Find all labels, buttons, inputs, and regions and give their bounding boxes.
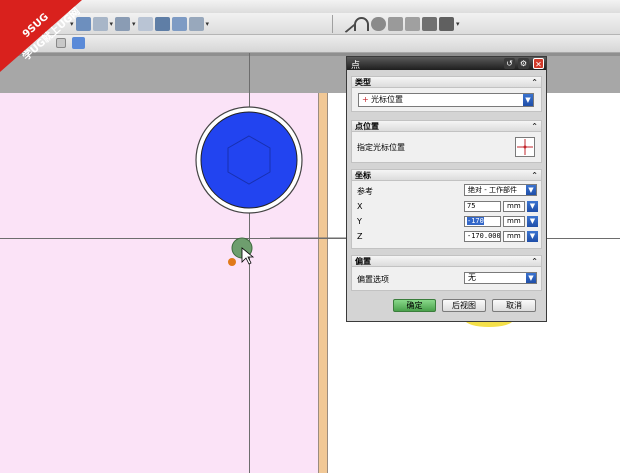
specify-point-button[interactable] <box>515 137 535 157</box>
collapse-chevron-icon[interactable]: ⌃ <box>531 77 538 88</box>
back-view-button-label: 后视图 <box>452 301 476 310</box>
cursor-crosshair-icon: + <box>362 95 369 104</box>
cancel-button-label: 取消 <box>506 301 522 310</box>
type-dropdown[interactable]: + 光标位置 ▼ <box>358 93 534 107</box>
section-header-type[interactable]: 类型 ⌃ <box>351 76 542 88</box>
specify-cursor-location-label: 指定光标位置 <box>357 143 405 152</box>
offset-option-dropdown[interactable]: 无 ▼ <box>464 272 537 284</box>
y-coordinate-input[interactable]: -170 <box>464 216 501 227</box>
z-unit: mm <box>507 232 521 240</box>
point-dialog: 点 ↺ ⚙ ✕ 类型 ⌃ + 光标位置 ▼ 点位置 ⌃ 指定光标位置 坐标 ⌃ … <box>346 56 547 322</box>
y-unit: mm <box>507 217 521 225</box>
z-unit-chevron-down-icon[interactable]: ▼ <box>527 231 538 242</box>
chevron-down-icon[interactable]: ▼ <box>526 273 536 283</box>
x-unit-chevron-down-icon[interactable]: ▼ <box>527 201 538 212</box>
x-coordinate-input[interactable]: 75 <box>464 201 501 212</box>
offset-option-value: 无 <box>468 273 476 282</box>
point-marker <box>228 258 236 266</box>
bolt-head <box>200 111 298 209</box>
z-value: -170.0000 <box>467 232 501 240</box>
section-title-type: 类型 <box>355 78 371 87</box>
reference-value: 绝对 - 工作部件 <box>468 186 517 194</box>
cancel-button[interactable]: 取消 <box>492 299 536 312</box>
ok-button-label: 确定 <box>406 301 423 310</box>
ok-button[interactable]: 确定 <box>393 299 436 312</box>
reference-label: 参考 <box>357 187 373 196</box>
section-body-coordinates: 参考 绝对 - 工作部件 ▼ X 75 mm ▼ Y -170 mm ▼ Z -… <box>351 181 542 249</box>
dialog-title: 点 <box>351 61 361 71</box>
reset-icon[interactable]: ↺ <box>504 58 515 69</box>
x-unit: mm <box>507 202 521 210</box>
offset-option-label: 偏置选项 <box>357 275 389 284</box>
z-coordinate-input[interactable]: -170.0000 <box>464 231 501 242</box>
chevron-down-icon[interactable]: ▼ <box>523 94 533 106</box>
collapse-chevron-icon[interactable]: ⌃ <box>531 256 538 267</box>
section-header-point-location[interactable]: 点位置 ⌃ <box>351 120 542 132</box>
collapse-chevron-icon[interactable]: ⌃ <box>531 170 538 181</box>
back-view-button[interactable]: 后视图 <box>442 299 486 312</box>
y-value: -170 <box>467 217 484 225</box>
section-title-point-location: 点位置 <box>355 122 379 131</box>
y-unit-chevron-down-icon[interactable]: ▼ <box>527 216 538 227</box>
x-label: X <box>357 202 363 211</box>
section-body-offset: 偏置选项 无 ▼ <box>351 267 542 291</box>
z-unit-select[interactable]: mm <box>503 231 525 242</box>
type-dropdown-value: 光标位置 <box>371 95 403 104</box>
z-label: Z <box>357 232 363 241</box>
chevron-down-icon[interactable]: ▼ <box>526 185 536 195</box>
settings-gear-icon[interactable]: ⚙ <box>518 58 529 69</box>
y-label: Y <box>357 217 362 226</box>
section-header-offset[interactable]: 偏置 ⌃ <box>351 255 542 267</box>
watermark-badge: 9SUG 学UG就上UG网 <box>0 0 110 80</box>
point-crosshair-icon <box>517 139 533 155</box>
y-unit-select[interactable]: mm <box>503 216 525 227</box>
section-header-coordinates[interactable]: 坐标 ⌃ <box>351 169 542 181</box>
dialog-titlebar[interactable]: 点 ↺ ⚙ ✕ <box>347 57 546 71</box>
reference-dropdown[interactable]: 绝对 - 工作部件 ▼ <box>464 184 537 196</box>
section-body-type: + 光标位置 ▼ <box>351 88 542 112</box>
section-body-point-location: 指定光标位置 <box>351 132 542 163</box>
close-icon[interactable]: ✕ <box>533 58 544 69</box>
x-unit-select[interactable]: mm <box>503 201 525 212</box>
section-title-coordinates: 坐标 <box>355 171 371 180</box>
section-title-offset: 偏置 <box>355 257 371 266</box>
collapse-chevron-icon[interactable]: ⌃ <box>531 121 538 132</box>
x-value: 75 <box>467 202 476 210</box>
